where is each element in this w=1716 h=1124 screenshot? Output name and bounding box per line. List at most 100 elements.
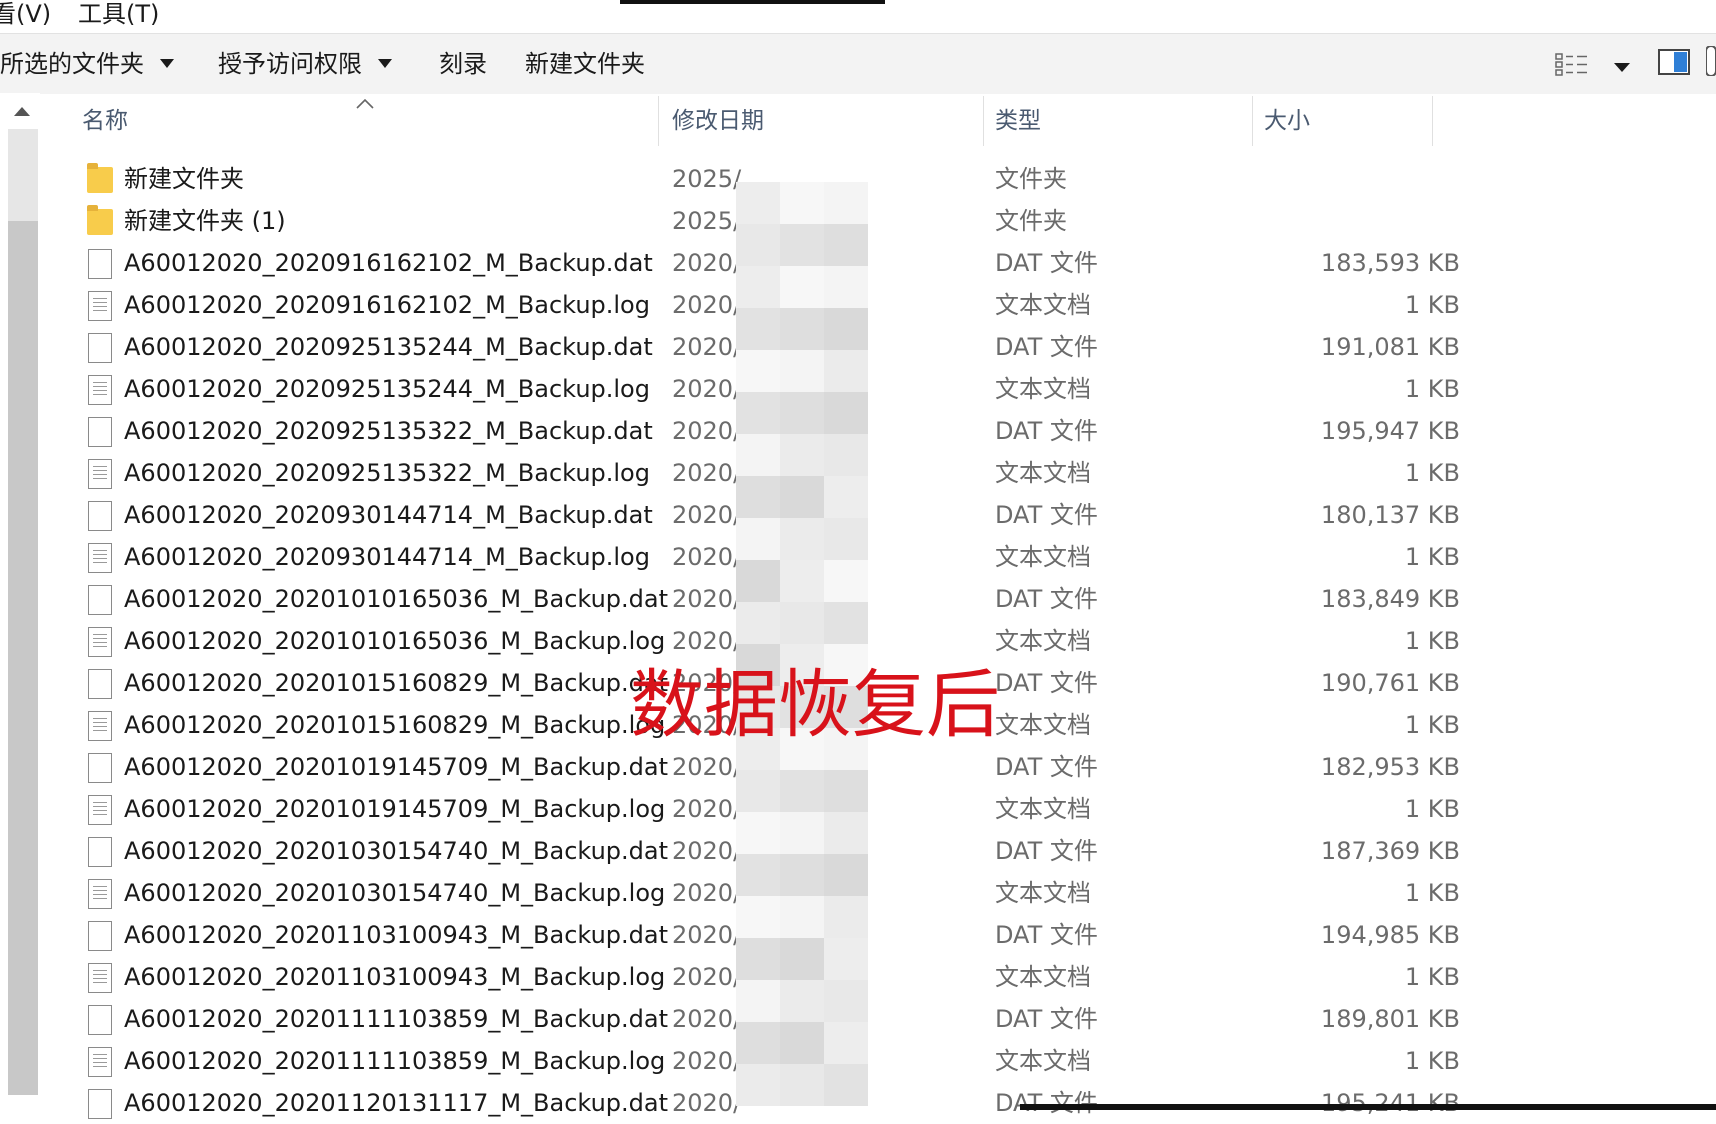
column-divider[interactable] (1252, 96, 1253, 146)
column-header-name[interactable]: 名称 (82, 96, 128, 146)
file-size: 187,369 KB (1320, 837, 1460, 865)
blur-tile (824, 560, 868, 602)
blur-tile (824, 224, 868, 266)
file-date: 2020/ (672, 795, 742, 823)
blur-tile (780, 476, 824, 518)
change-view-icon[interactable] (1555, 52, 1589, 82)
column-header-type[interactable]: 类型 (995, 96, 1041, 146)
text-document-icon (88, 963, 112, 993)
menu-view[interactable]: 看(V) (0, 0, 51, 28)
navigation-pane-scrollbar[interactable] (0, 93, 40, 1110)
file-type: 文本文档 (995, 879, 1091, 907)
file-date: 2020/ (672, 1089, 742, 1117)
preview-pane-icon[interactable] (1658, 48, 1692, 80)
file-icon (88, 669, 112, 699)
file-type: 文本文档 (995, 459, 1091, 487)
file-size: 191,081 KB (1320, 333, 1460, 361)
file-type: 文本文档 (995, 711, 1091, 739)
file-name: A60012020_20201019145709_M_Backup.dat (124, 753, 669, 781)
file-type: 文件夹 (995, 165, 1067, 193)
blur-tile (736, 980, 780, 1022)
text-document-icon (88, 375, 112, 405)
blur-tile (824, 896, 868, 938)
file-type: 文件夹 (995, 207, 1067, 235)
file-size: 183,593 KB (1320, 249, 1460, 277)
grant-access-button[interactable]: 授予访问权限 (218, 34, 392, 94)
file-type: DAT 文件 (995, 333, 1098, 361)
new-folder-button[interactable]: 新建文件夹 (525, 34, 645, 94)
file-icon (88, 1005, 112, 1035)
file-date: 2020/ (672, 921, 742, 949)
blur-tile (736, 812, 780, 854)
title-bar-fragment (620, 0, 885, 4)
file-size: 1 KB (1404, 879, 1460, 907)
blur-tile (736, 938, 780, 980)
blur-tile (780, 938, 824, 980)
folder-icon (87, 163, 113, 193)
file-name: A60012020_2020925135322_M_Backup.log (124, 459, 650, 487)
file-date: 2020/ (672, 543, 742, 571)
file-type: DAT 文件 (995, 249, 1098, 277)
file-type: 文本文档 (995, 963, 1091, 991)
column-divider[interactable] (1432, 96, 1433, 146)
file-size: 183,849 KB (1320, 585, 1460, 613)
blur-tile (780, 266, 824, 308)
column-divider[interactable] (983, 96, 984, 146)
file-date: 2020/ (672, 1005, 742, 1033)
file-name: A60012020_2020930144714_M_Backup.log (124, 543, 650, 571)
file-name: A60012020_20201010165036_M_Backup.log (124, 627, 666, 655)
text-document-icon (88, 1047, 112, 1077)
blur-tile (824, 938, 868, 980)
include-in-library-button[interactable]: 所选的文件夹 (0, 34, 174, 94)
blur-tile (736, 392, 780, 434)
file-type: 文本文档 (995, 1047, 1091, 1075)
sort-ascending-icon (356, 94, 374, 113)
text-document-icon (88, 543, 112, 573)
file-size: 182,953 KB (1320, 753, 1460, 781)
blur-tile (780, 854, 824, 896)
blur-tile (736, 308, 780, 350)
view-options-chevron-down-icon[interactable] (1614, 58, 1630, 77)
blur-tile (824, 350, 868, 392)
file-icon (88, 1089, 112, 1119)
file-type: 文本文档 (995, 795, 1091, 823)
menu-bar: 看(V) 工具(T) (0, 0, 1716, 32)
column-header-size[interactable]: 大小 (1264, 96, 1310, 146)
file-type: 文本文档 (995, 375, 1091, 403)
file-date: 2020/ (672, 963, 742, 991)
folder-icon (87, 205, 113, 235)
file-name: A60012020_20201120131117_M_Backup.dat (124, 1089, 669, 1117)
file-size: 1 KB (1404, 459, 1460, 487)
taskbar-fragment (1020, 1104, 1716, 1110)
file-date: 2025/ (672, 165, 742, 193)
file-size: 1 KB (1404, 1047, 1460, 1075)
file-size: 1 KB (1404, 711, 1460, 739)
file-name: A60012020_2020925135244_M_Backup.log (124, 375, 650, 403)
file-name: A60012020_20201111103859_M_Backup.dat (124, 1005, 669, 1033)
file-date: 2020/ (672, 753, 742, 781)
blur-tile (736, 1064, 780, 1106)
blur-tile (780, 770, 824, 812)
blur-tile (824, 266, 868, 308)
scrollbar-thumb[interactable] (8, 221, 38, 1095)
help-icon-fragment[interactable] (1705, 45, 1716, 80)
menu-tools[interactable]: 工具(T) (78, 0, 159, 28)
file-size: 1 KB (1404, 543, 1460, 571)
file-name: A60012020_20201019145709_M_Backup.log (124, 795, 666, 823)
file-size: 189,801 KB (1320, 1005, 1460, 1033)
column-divider[interactable] (658, 96, 659, 146)
file-name: A60012020_20201103100943_M_Backup.dat (124, 921, 669, 949)
blur-tile (824, 518, 868, 560)
file-type: 文本文档 (995, 543, 1091, 571)
blur-tile (824, 602, 868, 644)
blur-tile (736, 350, 780, 392)
text-document-icon (88, 627, 112, 657)
scroll-up-arrow-icon[interactable] (14, 107, 30, 116)
burn-button[interactable]: 刻录 (439, 34, 487, 94)
file-name: A60012020_2020925135322_M_Backup.dat (124, 417, 653, 445)
file-type: DAT 文件 (995, 753, 1098, 781)
blur-tile (780, 560, 824, 602)
file-icon (88, 921, 112, 951)
column-header-modified[interactable]: 修改日期 (672, 96, 764, 146)
blur-tile (736, 182, 780, 224)
